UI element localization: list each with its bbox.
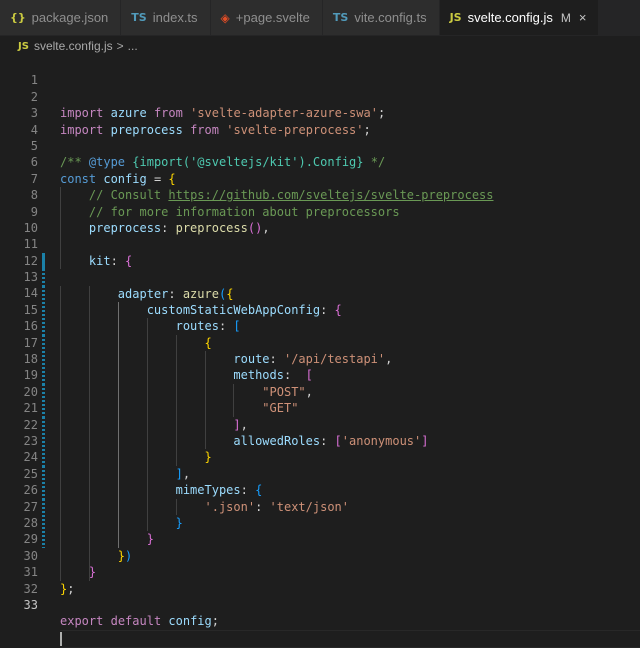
editor-tab-bar: {} package.json TS index.ts ◈ +page.svel… — [0, 0, 640, 36]
code-line: 5 const config = { — [0, 122, 640, 186]
code-line: 2 import preprocess from 'svelte-preproc… — [0, 72, 640, 137]
code-line: 25 } — [0, 449, 640, 532]
code-line: 11 adapter: azure({ — [0, 220, 640, 302]
code-line: 16 methods: [ — [0, 302, 640, 384]
tab-package-json[interactable]: {} package.json — [0, 0, 122, 35]
code-line: 13 routes: [ — [0, 253, 640, 335]
svelte-file-icon: ◈ — [220, 10, 230, 25]
code-line: 6 // Consult https://github.com/sveltejs… — [0, 138, 640, 204]
close-tab-icon[interactable]: × — [579, 10, 587, 25]
code-line: 15 route: '/api/testapi', — [0, 285, 640, 368]
code-line: 8 preprocess: preprocess(), — [0, 171, 640, 237]
breadcrumb-file[interactable]: svelte.config.js — [34, 39, 113, 53]
code-line: 4 /** @type {import('@sveltejs/kit').Con… — [0, 105, 640, 170]
javascript-file-icon: JS — [449, 11, 462, 24]
tab-label: +page.svelte — [235, 10, 310, 25]
code-line: 23 mimeTypes: { — [0, 417, 640, 499]
code-line: 19 ], — [0, 351, 640, 434]
code-line: 7 // for more information about preproce… — [0, 154, 640, 220]
tab-index-ts[interactable]: TS index.ts — [121, 0, 211, 35]
tab-label: package.json — [31, 10, 109, 25]
code-editor[interactable]: 1 import azure from 'svelte-adapter-azur… — [0, 56, 640, 648]
modified-indicator: M — [560, 10, 571, 25]
breadcrumb-separator: > — [116, 39, 124, 53]
code-line: 21 } — [0, 384, 640, 466]
code-line: 22 ], — [0, 400, 640, 483]
breadcrumb: JS svelte.config.js > ... — [0, 36, 640, 56]
code-line: 26 } — [0, 466, 640, 548]
code-line: 9 — [0, 187, 640, 253]
typescript-file-icon: TS — [332, 11, 349, 24]
typescript-file-icon: TS — [131, 11, 147, 24]
code-line: 27 }) — [0, 482, 640, 565]
tab-label: vite.config.ts — [354, 10, 427, 25]
code-line: 20 allowedRoles: ['anonymous'] — [0, 367, 640, 450]
code-line: 29 } — [0, 515, 640, 581]
code-line: 32 export default config; — [0, 564, 640, 629]
code-line: 24 '.json': 'text/json' — [0, 433, 640, 515]
line-number: 33 — [23, 597, 38, 612]
code-line: 28 — [0, 499, 640, 581]
code-line: 3 — [0, 89, 640, 120]
code-line: 14 { — [0, 269, 640, 352]
tab-vite-config-ts[interactable]: TS vite.config.ts — [322, 0, 440, 35]
json-file-icon: {} — [10, 11, 26, 24]
tab-label: index.ts — [152, 10, 198, 25]
code-line: 17 "POST", — [0, 318, 640, 401]
tab-label: svelte.config.js — [467, 10, 553, 25]
code-line: 10 kit: { — [0, 204, 640, 270]
code-line: 31 — [0, 548, 640, 579]
code-line: 1 import azure from 'svelte-adapter-azur… — [0, 56, 640, 120]
code-line: 12 customStaticWebAppConfig: { — [0, 236, 640, 319]
javascript-file-icon: JS — [18, 40, 29, 52]
code-line: 18 "GET" — [0, 335, 640, 417]
tab-svelte-config-js[interactable]: JS svelte.config.js M × — [439, 0, 600, 35]
tab-page-svelte[interactable]: ◈ +page.svelte — [210, 0, 323, 35]
breadcrumb-symbols[interactable]: ... — [128, 39, 138, 53]
text-cursor — [60, 632, 62, 647]
code-line: 30 }; — [0, 531, 640, 596]
code-line-current: 33 — [0, 581, 640, 648]
